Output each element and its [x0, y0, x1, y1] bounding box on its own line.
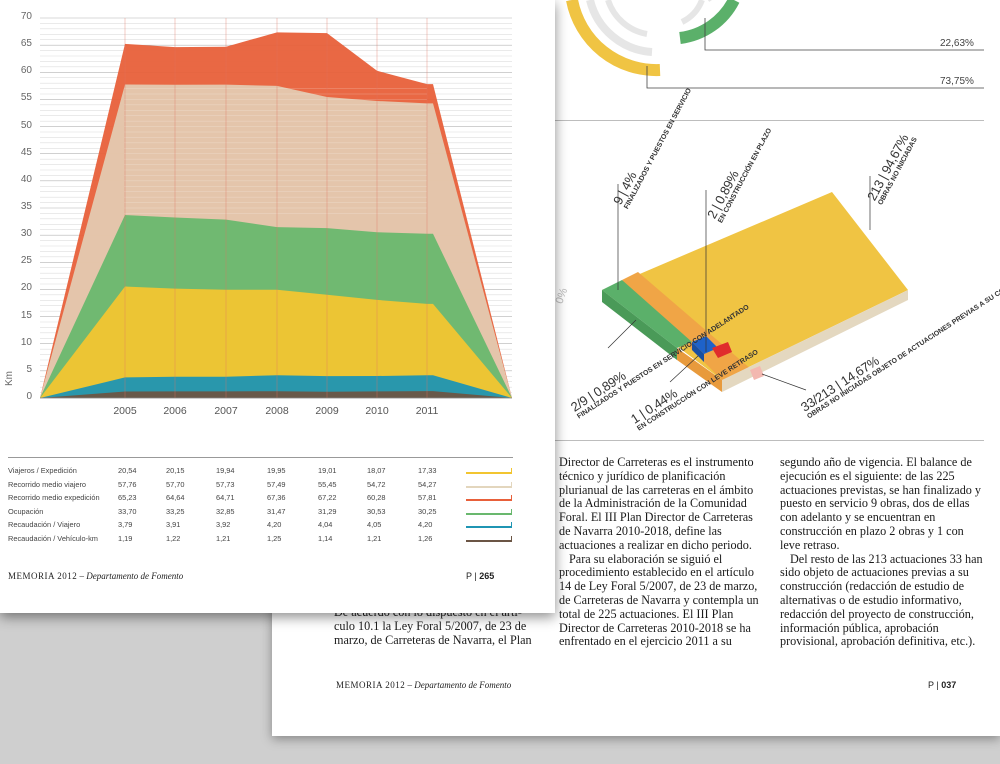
table-cell: 1,19: [118, 534, 133, 543]
y-tick-label: 0: [26, 391, 32, 402]
table-cell: 64,71: [216, 493, 235, 503]
area-chart: 0 5 10 15 20 25 30 35 40 45 50 55 60 65 70 2005 2006 200…: [0, 0, 555, 440]
table-cell: 33,25: [166, 506, 185, 516]
text-column-middle: Director de Carreteras es el instrumento…: [559, 455, 759, 649]
table-row: Recaudación / Vehículo-km 1,19 1,22 1,21 1,2…: [0, 534, 555, 548]
row-label: Recorrido medio viajero: [8, 479, 87, 489]
front-footer: MEMORIA 2012 – Departamento de Fomento: [8, 571, 184, 581]
table-cell: 20,54: [118, 466, 137, 475]
table-cell: 30,53: [367, 506, 386, 516]
row-label: Ocupación: [8, 506, 44, 516]
x-tick-label: 2010: [365, 405, 389, 417]
legend-swatch: [466, 536, 512, 542]
table-cell: 57,81: [418, 493, 437, 503]
table-cell: 1,21: [216, 534, 231, 543]
table-cell: 1,21: [367, 534, 382, 543]
table-cell: 19,94: [216, 466, 235, 475]
table-cell: 57,73: [216, 479, 235, 489]
row-label: Recorrido medio expedición: [8, 493, 100, 503]
y-axis-label: Km: [4, 371, 15, 386]
y-tick-label: 20: [20, 282, 32, 294]
row-label: Recaudación / Vehículo-km: [8, 534, 98, 543]
table-cell: 20,15: [166, 466, 185, 475]
legend-swatch: [466, 508, 512, 515]
legend-swatch: [466, 495, 512, 502]
table-cell: 4,05: [367, 520, 382, 530]
table-cell: 3,79: [118, 520, 133, 530]
table-cell: 65,23: [118, 493, 137, 503]
table-row: Viajeros / Expedición 20,54 20,15 19,94 19,9…: [0, 466, 555, 480]
table-cell: 31,29: [318, 506, 337, 516]
donut-label-2: 73,75%: [940, 76, 974, 87]
table-cell: 4,04: [318, 520, 333, 530]
table-cell: 18,07: [367, 466, 386, 475]
table-row: Recorrido medio expedición 65,23 64,64 64,7…: [0, 493, 555, 507]
table-row: Recorrido medio viajero 57,76 57,70 57,73 57…: [0, 480, 555, 494]
x-tick-label: 2009: [315, 405, 339, 417]
y-tick-label: 30: [20, 228, 32, 240]
table-cell: 19,01: [318, 466, 337, 475]
y-tick-label: 35: [20, 201, 32, 212]
front-page: 0 5 10 15 20 25 30 35 40 45 50 55 60 65 70 2005 2006 200…: [0, 0, 555, 613]
table-cell: 4,20: [267, 520, 282, 530]
table-cell: 31,47: [267, 506, 286, 516]
table-cell: 54,27: [418, 479, 437, 489]
y-tick-label: 55: [20, 92, 32, 104]
table-row: Recaudación / Viajero 3,79 3,91 3,92 4,20 4,0…: [0, 520, 555, 534]
data-table: Viajeros / Expedición 20,54 20,15 19,94 19,9…: [0, 466, 555, 556]
legend-swatch: [466, 481, 512, 488]
table-cell: 33,70: [118, 506, 137, 516]
table-cell: 55,45: [318, 479, 337, 489]
y-tick-label: 60: [20, 65, 32, 77]
table-cell: 57,76: [118, 479, 137, 489]
y-tick-label: 10: [20, 336, 32, 348]
table-cell: 1,25: [267, 534, 282, 543]
table-row: Ocupación 33,70 33,25 32,85 31,47 31,29 30,53 3…: [0, 507, 555, 521]
table-cell: 3,91: [166, 520, 181, 530]
table-cell: 67,22: [318, 493, 337, 503]
x-tick-label: 2011: [415, 405, 439, 417]
back-footer: MEMORIA 2012 – Departamento de Fomento: [336, 680, 512, 690]
table-cell: 67,36: [267, 493, 286, 503]
y-tick-label: 45: [20, 146, 32, 158]
back-page-number: P | 037: [928, 680, 957, 690]
text-column-right: segundo año de vigencia. El balance de e…: [780, 455, 983, 649]
x-tick-label: 2007: [214, 405, 238, 417]
table-cell: 57,70: [166, 479, 185, 489]
divider-bottom: [555, 440, 984, 441]
y-tick-label: 25: [20, 255, 32, 267]
x-tick-label: 2008: [265, 405, 289, 417]
row-label: Viajeros / Expedición: [8, 466, 77, 475]
table-cell: 57,49: [267, 479, 286, 489]
table-cell: 4,20: [418, 520, 433, 530]
table-top-rule: [8, 457, 513, 458]
y-tick-label: 70: [20, 11, 32, 22]
table-cell: 32,85: [216, 506, 235, 516]
table-cell: 60,28: [367, 493, 386, 503]
front-page-number: P | 265: [466, 571, 495, 581]
legend-swatch: [466, 468, 512, 474]
table-cell: 19,95: [267, 466, 286, 475]
table-cell: 17,33: [418, 466, 437, 475]
y-tick-label: 65: [20, 38, 32, 50]
table-cell: 64,64: [166, 493, 185, 503]
table-cell: 1,22: [166, 534, 181, 543]
y-tick-label: 15: [20, 309, 32, 321]
table-cell: 3,92: [216, 520, 231, 530]
table-cell: 30,25: [418, 506, 437, 516]
y-tick-label: 40: [20, 173, 32, 185]
donut-label-1: 22,63%: [940, 38, 974, 49]
y-tick-label: 50: [20, 119, 32, 131]
x-tick-label: 2006: [163, 405, 187, 417]
legend-swatch: [466, 522, 512, 529]
table-cell: 1,14: [318, 534, 333, 543]
x-tick-label: 2005: [113, 405, 137, 417]
table-cell: 1,26: [418, 534, 433, 543]
row-label: Recaudación / Viajero: [8, 520, 81, 530]
table-cell: 54,72: [367, 479, 386, 489]
